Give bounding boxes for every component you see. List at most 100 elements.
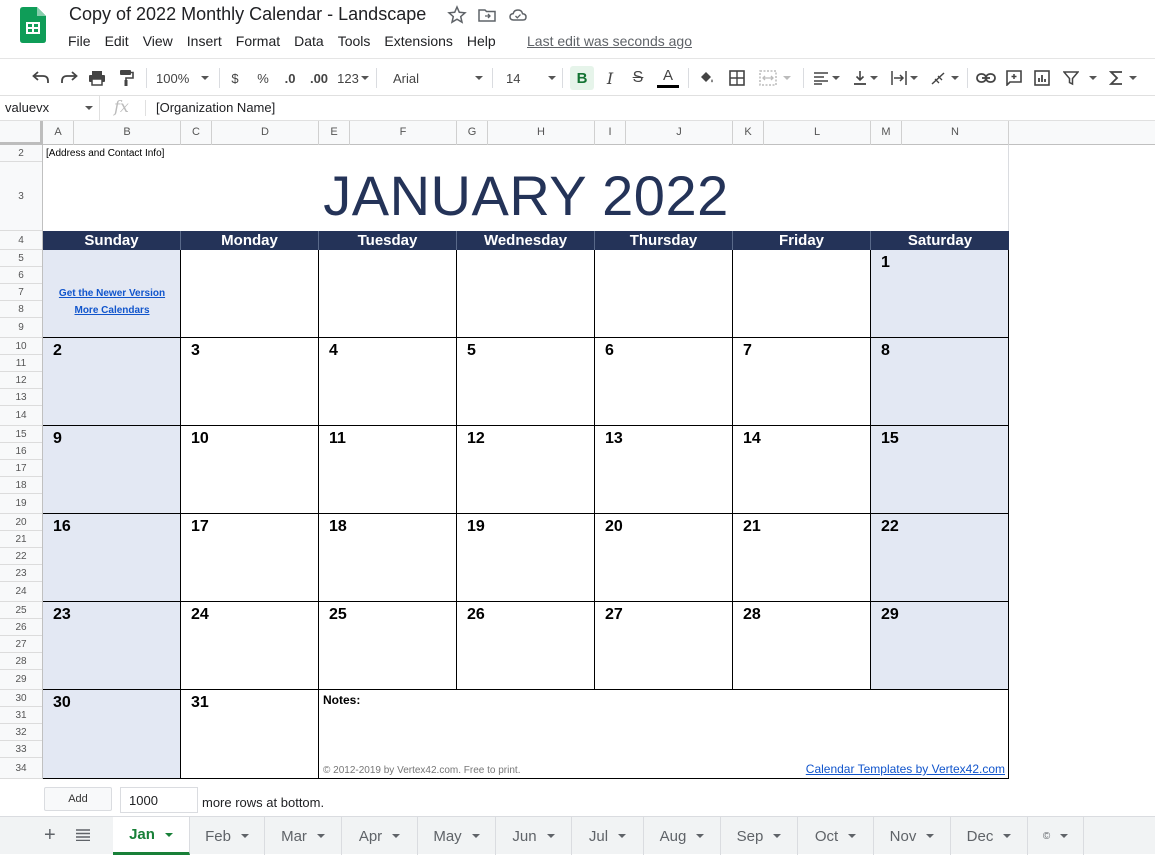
column-header-h[interactable]: H <box>488 121 595 145</box>
cloud-status-icon[interactable] <box>508 5 528 25</box>
calendar-day-cell[interactable]: 12 <box>457 426 595 514</box>
insert-comment-icon[interactable] <box>1004 67 1024 89</box>
font-size-select[interactable]: 14 <box>506 67 556 89</box>
calendar-day-cell[interactable]: 15 <box>871 426 1009 514</box>
row-header[interactable]: 11 <box>0 355 42 372</box>
row-header[interactable]: 5 <box>0 250 42 267</box>
column-header-j[interactable]: J <box>626 121 733 145</box>
insert-chart-icon[interactable] <box>1032 67 1052 89</box>
sheet-tab-mar[interactable]: Mar <box>265 817 342 855</box>
row-header[interactable]: 25 <box>0 602 42 619</box>
menu-format[interactable]: Format <box>229 32 287 52</box>
weekday-tuesday[interactable]: Tuesday <box>319 231 457 250</box>
row-header[interactable]: 3 <box>0 162 42 231</box>
calendar-day-cell[interactable]: 31 <box>181 690 319 779</box>
fill-color-icon[interactable] <box>697 67 717 89</box>
calendar-day-cell[interactable] <box>457 250 595 338</box>
row-header[interactable]: 22 <box>0 548 42 565</box>
menu-edit[interactable]: Edit <box>98 32 136 52</box>
row-header[interactable]: 2 <box>0 145 42 162</box>
sheet-tab-sep[interactable]: Sep <box>721 817 798 855</box>
sheet-tab-nov[interactable]: Nov <box>874 817 951 855</box>
row-header[interactable]: 19 <box>0 494 42 514</box>
row-header[interactable]: 24 <box>0 582 42 602</box>
address-contact-info[interactable]: [Address and Contact Info] <box>46 148 164 159</box>
calendar-day-cell[interactable]: 27 <box>595 602 733 690</box>
select-all-corner[interactable] <box>0 121 43 145</box>
column-header-n[interactable]: N <box>902 121 1009 145</box>
functions-icon[interactable] <box>1107 67 1139 89</box>
calendar-day-cell[interactable] <box>181 250 319 338</box>
calendar-day-cell[interactable]: 13 <box>595 426 733 514</box>
row-header[interactable]: 12 <box>0 372 42 389</box>
vertical-align-icon[interactable] <box>850 67 880 89</box>
row-header[interactable]: 15 <box>0 426 42 443</box>
calendar-day-cell[interactable]: 5 <box>457 338 595 426</box>
name-box[interactable]: valuevx <box>0 96 100 120</box>
add-sheet-button[interactable]: + <box>44 825 56 845</box>
star-icon[interactable] <box>447 5 467 25</box>
calendar-day-cell[interactable]: 7 <box>733 338 871 426</box>
calendar-day-cell[interactable]: 21 <box>733 514 871 602</box>
notes-area[interactable]: Notes: © 2012-2019 by Vertex42.com. Free… <box>319 690 1009 779</box>
calendar-day-cell[interactable]: 25 <box>319 602 457 690</box>
decrease-decimal-button[interactable]: .0 <box>280 67 300 89</box>
calendar-day-cell[interactable]: 22 <box>871 514 1009 602</box>
calendar-day-cell[interactable]: 2 <box>43 338 181 426</box>
row-header[interactable]: 18 <box>0 477 42 494</box>
merge-cells-icon[interactable] <box>755 67 795 89</box>
row-header[interactable]: 10 <box>0 338 42 355</box>
calendar-day-cell[interactable]: 4 <box>319 338 457 426</box>
bold-button[interactable]: B <box>570 66 594 90</box>
row-header[interactable]: 16 <box>0 443 42 460</box>
row-header[interactable]: 8 <box>0 301 42 318</box>
text-wrapping-icon[interactable] <box>889 67 919 89</box>
calendar-day-cell[interactable] <box>595 250 733 338</box>
calendar-day-cell[interactable]: 20 <box>595 514 733 602</box>
column-header-m[interactable]: M <box>871 121 902 145</box>
calendar-day-cell[interactable] <box>733 250 871 338</box>
column-header-b[interactable]: B <box>74 121 181 145</box>
insert-link-icon[interactable] <box>976 67 996 89</box>
google-sheets-logo[interactable] <box>20 7 46 43</box>
menu-help[interactable]: Help <box>460 32 503 52</box>
calendar-day-cell[interactable]: 26 <box>457 602 595 690</box>
calendar-day-cell[interactable]: 24 <box>181 602 319 690</box>
calendar-day-cell[interactable]: 17 <box>181 514 319 602</box>
more-formats-button[interactable]: 123 <box>337 67 369 89</box>
weekday-saturday[interactable]: Saturday <box>871 231 1009 250</box>
menu-file[interactable]: File <box>61 32 98 52</box>
calendar-day-cell[interactable] <box>319 250 457 338</box>
column-header-g[interactable]: G <box>457 121 488 145</box>
column-header-c[interactable]: C <box>181 121 212 145</box>
menu-extensions[interactable]: Extensions <box>377 32 459 52</box>
last-edit-status[interactable]: Last edit was seconds ago <box>527 33 692 49</box>
sheet-tab-oct[interactable]: Oct <box>798 817 874 855</box>
calendar-day-cell[interactable]: 18 <box>319 514 457 602</box>
borders-icon[interactable] <box>727 67 747 89</box>
rows-count-input[interactable]: 1000 <box>120 787 198 813</box>
calendar-day-cell[interactable]: 23 <box>43 602 181 690</box>
row-header[interactable]: 17 <box>0 460 42 477</box>
column-header-d[interactable]: D <box>212 121 319 145</box>
calendar-day-cell[interactable]: 8 <box>871 338 1009 426</box>
row-header[interactable]: 4 <box>0 231 42 250</box>
sheet-tab-dec[interactable]: Dec <box>951 817 1028 855</box>
row-header[interactable]: 23 <box>0 565 42 582</box>
calendar-day-cell[interactable]: 29 <box>871 602 1009 690</box>
text-rotation-icon[interactable] <box>928 67 960 89</box>
row-header[interactable]: 33 <box>0 741 42 758</box>
formula-input[interactable]: [Organization Name] <box>156 100 275 115</box>
weekday-monday[interactable]: Monday <box>181 231 319 250</box>
filter-icon[interactable] <box>1062 67 1098 89</box>
row-header[interactable]: 28 <box>0 653 42 670</box>
print-icon[interactable] <box>87 67 107 89</box>
row-header[interactable]: 27 <box>0 636 42 653</box>
more-calendars-link[interactable]: More Calendars <box>43 305 181 316</box>
calendar-day-cell[interactable]: 14 <box>733 426 871 514</box>
row-header[interactable]: 21 <box>0 531 42 548</box>
redo-icon[interactable] <box>59 67 79 89</box>
menu-data[interactable]: Data <box>287 32 331 52</box>
font-family-select[interactable]: Arial <box>393 67 483 89</box>
horizontal-align-icon[interactable] <box>811 67 841 89</box>
